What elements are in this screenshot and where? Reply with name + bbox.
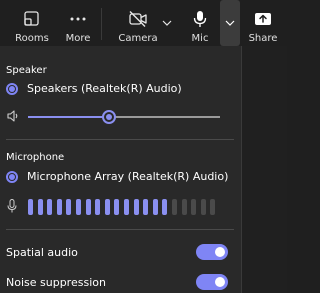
- noise-suppression-toggle[interactable]: [196, 274, 228, 290]
- spatial-audio-row: Spatial audio: [6, 243, 228, 261]
- more-button[interactable]: More: [63, 0, 93, 46]
- level-bar: [191, 199, 197, 215]
- mic-label: Mic: [191, 33, 209, 44]
- level-bar: [152, 199, 158, 215]
- noise-suppression-label: Noise suppression: [6, 275, 106, 289]
- level-bar: [171, 199, 177, 215]
- rooms-icon: [24, 11, 39, 26]
- section-divider: [6, 229, 234, 230]
- level-bar: [66, 199, 72, 215]
- level-bar: [56, 199, 62, 215]
- camera-button[interactable]: Camera: [118, 0, 158, 46]
- chevron-down-icon: [162, 20, 172, 26]
- level-bar: [37, 199, 43, 215]
- more-label: More: [65, 33, 91, 44]
- level-bar: [47, 199, 53, 215]
- level-bar: [200, 199, 206, 215]
- share-label: Share: [248, 33, 278, 44]
- level-bar: [210, 199, 216, 215]
- level-bar: [95, 199, 101, 215]
- rooms-button[interactable]: Rooms: [14, 0, 50, 46]
- speaker-section-title: Speaker: [6, 65, 47, 76]
- camera-off-icon: [129, 11, 147, 27]
- level-bar: [75, 199, 81, 215]
- meeting-stage-background: [242, 46, 287, 293]
- speaker-volume-fill: [28, 116, 109, 118]
- mic-button[interactable]: Mic: [186, 0, 214, 46]
- level-bar: [85, 199, 91, 215]
- speaker-device-name: Speakers (Realtek(R) Audio): [27, 82, 182, 95]
- speaker-radio[interactable]: [6, 82, 18, 95]
- microphone-radio[interactable]: [6, 170, 18, 183]
- mic-icon: [193, 11, 207, 27]
- level-bar: [114, 199, 120, 215]
- level-bar: [123, 199, 129, 215]
- spatial-audio-toggle[interactable]: [196, 244, 228, 260]
- mic-options-button[interactable]: [220, 0, 240, 46]
- toolbar-divider: [101, 8, 102, 40]
- microphone-device-option[interactable]: Microphone Array (Realtek(R) Audio): [6, 170, 228, 183]
- speaker-volume-slider[interactable]: [28, 110, 220, 124]
- share-icon: [255, 13, 271, 25]
- speaker-icon: [7, 110, 18, 122]
- audio-settings-panel: Speaker Speakers (Realtek(R) Audio) Micr…: [0, 46, 242, 293]
- level-bar: [104, 199, 110, 215]
- spatial-audio-label: Spatial audio: [6, 245, 78, 259]
- level-bar: [181, 199, 187, 215]
- camera-options-button[interactable]: [159, 0, 175, 46]
- level-bar: [143, 199, 149, 215]
- microphone-level-meter: [28, 199, 220, 215]
- microphone-icon: [7, 199, 17, 213]
- share-button[interactable]: Share: [249, 0, 277, 46]
- section-divider: [6, 139, 234, 140]
- speaker-device-option[interactable]: Speakers (Realtek(R) Audio): [6, 82, 182, 95]
- level-bar: [28, 199, 33, 215]
- microphone-device-name: Microphone Array (Realtek(R) Audio): [27, 170, 229, 183]
- speaker-volume-thumb[interactable]: [101, 110, 116, 124]
- microphone-section-title: Microphone: [6, 152, 65, 163]
- rooms-label: Rooms: [15, 33, 49, 44]
- meeting-toolbar: Rooms More Camera Mic Share: [0, 0, 287, 48]
- camera-label: Camera: [118, 33, 158, 44]
- level-bar: [133, 199, 139, 215]
- chevron-down-icon: [225, 20, 235, 26]
- level-bar: [162, 199, 168, 215]
- more-icon: [70, 17, 86, 21]
- noise-suppression-row: Noise suppression: [6, 273, 228, 291]
